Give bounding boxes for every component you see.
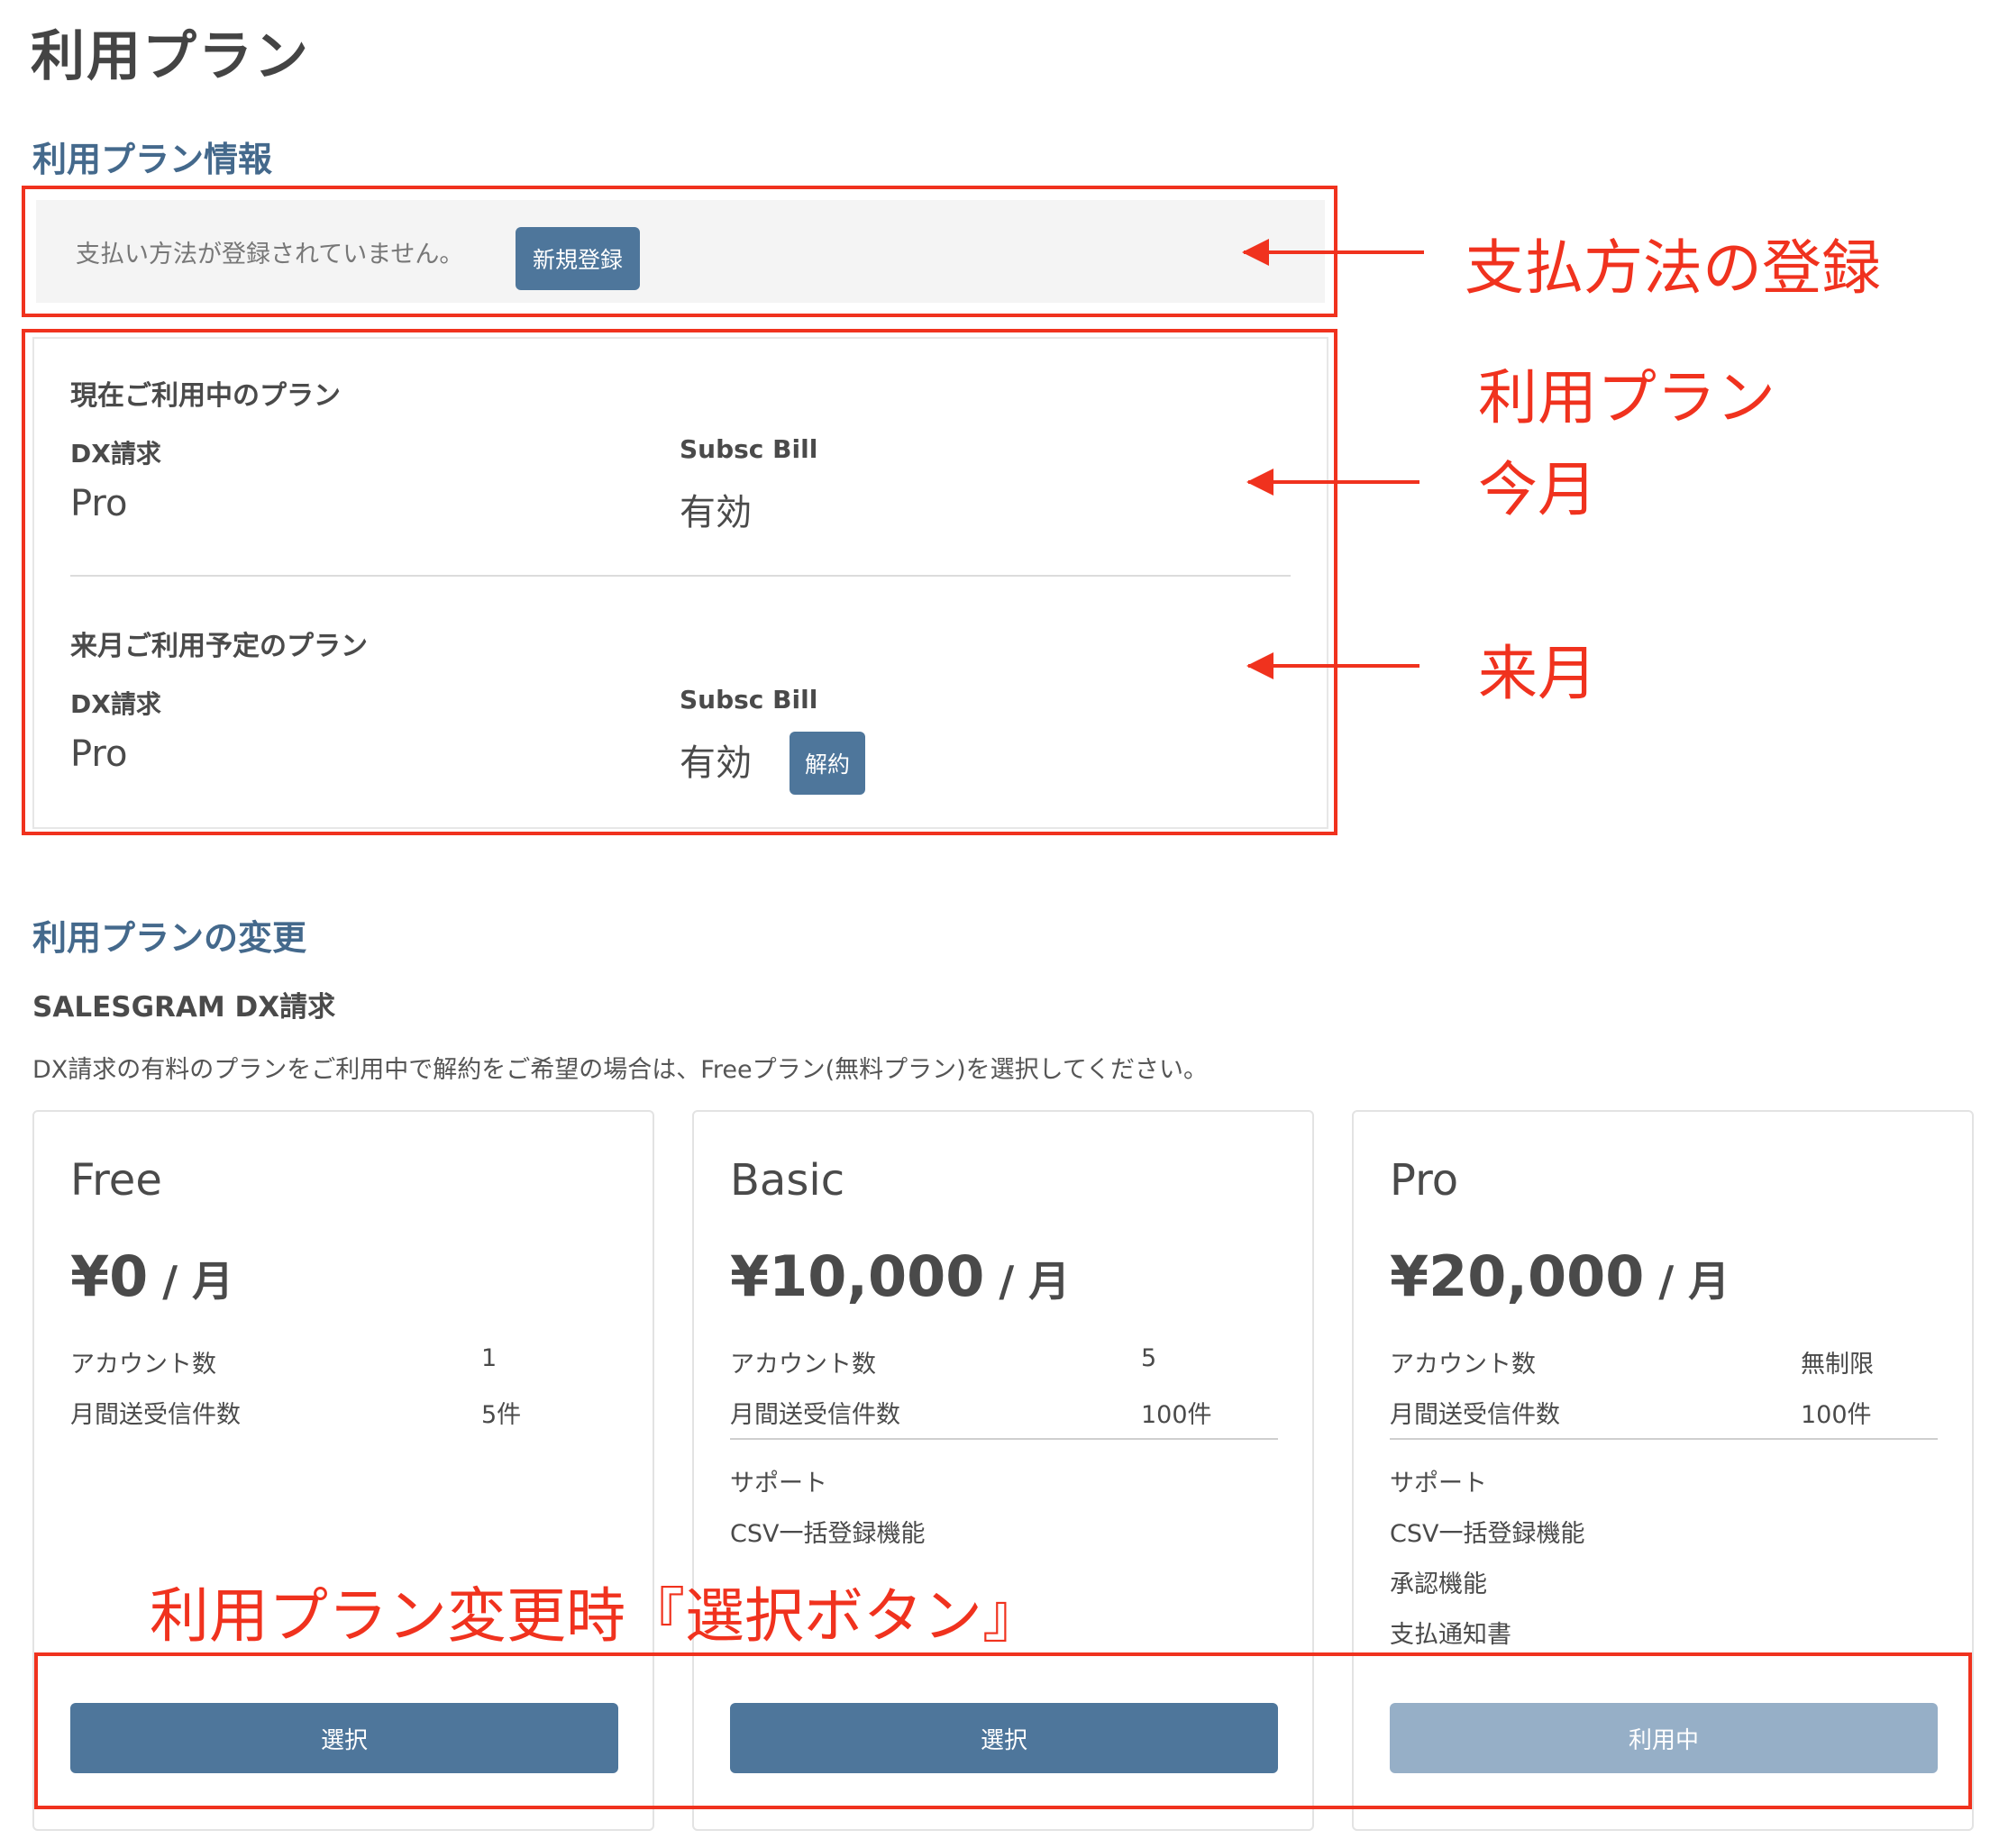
annotation-plan-label: 利用プラン [1478,363,1775,432]
plan-price: ¥10,000 / 月 [730,1243,1071,1309]
messages-value: 5件 [481,1401,522,1429]
feature-item: サポート [730,1470,827,1498]
page-title: 利用プラン [31,25,310,88]
plan-change-description: DX請求の有料のプランをご利用中で解約をご希望の場合は、Freeプラン(無料プラ… [32,1056,1209,1084]
annotation-payment-label: 支払方法の登録 [1465,233,1881,303]
feature-item: サポート [1390,1470,1487,1498]
plan-name: Pro [1390,1155,1459,1206]
messages-label: 月間送受信件数 [70,1401,241,1429]
annotation-next-month-label: 来月 [1478,639,1597,708]
plan-price: ¥0 / 月 [70,1243,234,1309]
plan-name: Free [70,1155,162,1206]
card-divider [730,1438,1278,1440]
feature-item: 承認機能 [1390,1570,1487,1598]
plan-change-heading: 利用プランの変更 [32,918,307,958]
annotation-payment-box [22,186,1337,317]
annotation-select-label: 利用プラン変更時『選択ボタン』 [150,1581,1042,1651]
messages-label: 月間送受信件数 [730,1401,900,1429]
feature-item: CSV一括登録機能 [730,1520,926,1548]
messages-label: 月間送受信件数 [1390,1401,1560,1429]
product-heading: SALESGRAM DX請求 [32,991,336,1024]
messages-value: 100件 [1141,1401,1212,1429]
accounts-label: アカウント数 [730,1351,876,1379]
arrow-left-icon [1242,239,1424,266]
annotation-plan-box [22,329,1337,835]
card-divider [1390,1438,1938,1440]
arrow-left-icon [1246,652,1419,679]
accounts-label: アカウント数 [1390,1351,1536,1379]
plan-name: Basic [730,1155,845,1206]
accounts-value: 1 [481,1344,497,1372]
accounts-value: 5 [1141,1344,1157,1372]
plan-price: ¥20,000 / 月 [1390,1243,1730,1309]
arrow-left-icon [1246,469,1419,496]
feature-item: CSV一括登録機能 [1390,1520,1585,1548]
annotation-select-box [34,1652,1972,1809]
plan-info-heading: 利用プラン情報 [32,140,273,179]
accounts-value: 無制限 [1801,1351,1874,1379]
messages-value: 100件 [1801,1401,1872,1429]
feature-item: 支払通知書 [1390,1621,1511,1649]
accounts-label: アカウント数 [70,1351,216,1379]
annotation-this-month-label: 今月 [1478,455,1597,524]
